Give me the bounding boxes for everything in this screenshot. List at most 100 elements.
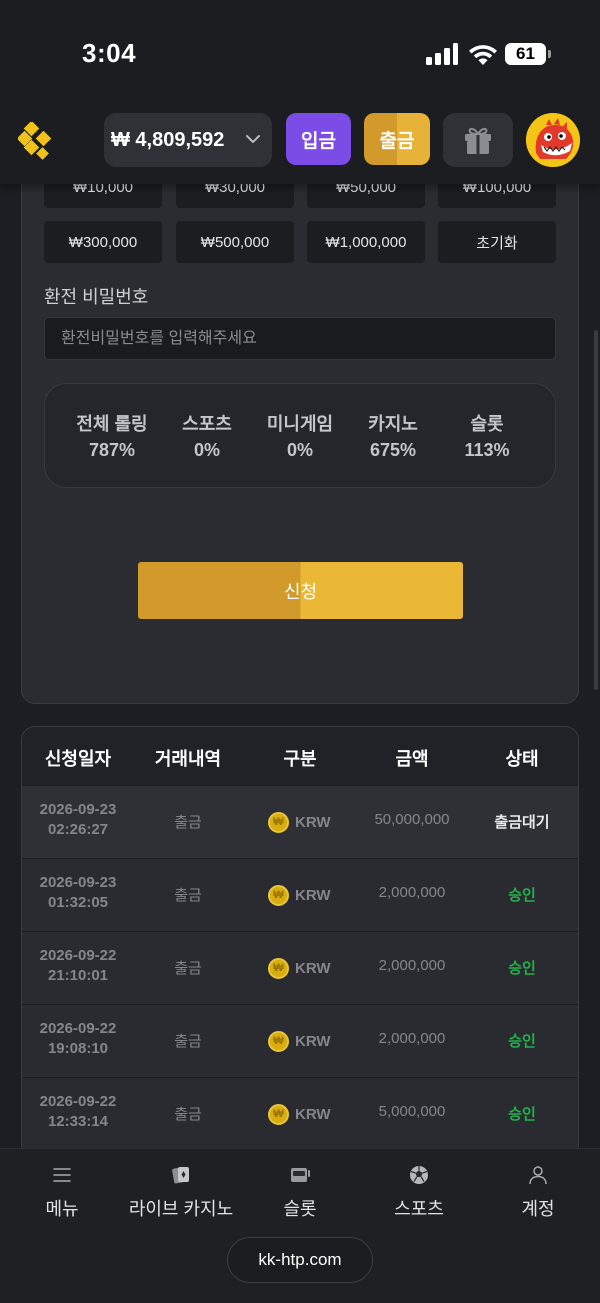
won-coin-icon: ₩ [268, 1030, 289, 1052]
submit-button[interactable]: 신청 [138, 562, 463, 619]
rolling-sports: 스포츠 0% [157, 410, 257, 461]
row-type: 출금 [174, 1106, 202, 1123]
rolling-value: 787% [88, 440, 136, 460]
column-header: 신청일자 [44, 749, 112, 769]
reset-button[interactable]: 초기화 [438, 221, 556, 263]
table-header: 신청일자 거래내역 구분 금액 상태 [22, 727, 578, 785]
amount-button-1000000[interactable]: ₩1,000,000 [307, 221, 425, 263]
exchange-password-input[interactable] [44, 317, 556, 360]
row-amount: 50,000,000 [374, 811, 450, 828]
row-date: 2026-09-22 12:33:14 [39, 1093, 117, 1130]
table-row[interactable]: 2026-09-22 19:08:10 출금 ₩ KRW 2,000,000 승인 [22, 1004, 578, 1077]
rolling-value: 0% [286, 440, 313, 460]
password-label: 환전 비밀번호 [44, 287, 149, 307]
rolling-summary: 전체 롤링 787% 스포츠 0% 미니게임 0% 카지노 675% 슬롯 11… [44, 383, 556, 488]
rolling-slot: 슬롯 113% [437, 410, 537, 461]
column-header: 구분 [283, 749, 317, 769]
row-type: 출금 [174, 960, 202, 977]
row-status: 승인 [508, 887, 536, 904]
app-header: ₩ 4,809,592 입금 출금 [0, 104, 600, 184]
rolling-label: 전체 롤링 [76, 414, 148, 434]
nav-label: 메뉴 [45, 1199, 79, 1219]
row-currency: ₩ KRW [268, 1029, 331, 1053]
column-header: 상태 [505, 749, 539, 769]
row-status: 승인 [508, 1106, 536, 1123]
row-date: 2026-09-23 02:26:27 [39, 801, 117, 838]
won-coin-icon: ₩ [268, 957, 289, 979]
table-row[interactable]: 2026-09-22 12:33:14 출금 ₩ KRW 5,000,000 승인 [22, 1077, 578, 1150]
soccer-ball-icon [410, 1166, 428, 1184]
row-type: 출금 [174, 887, 202, 904]
gift-button[interactable] [443, 113, 513, 167]
scrollbar[interactable] [594, 330, 598, 690]
balance-amount: ₩ 4,809,592 [111, 128, 225, 151]
balance-dropdown[interactable]: ₩ 4,809,592 [104, 113, 272, 167]
rolling-value: 113% [464, 440, 510, 460]
row-amount: 2,000,000 [378, 957, 446, 974]
rolling-value: 675% [369, 440, 417, 460]
logo-icon[interactable] [18, 122, 54, 166]
rolling-label: 스포츠 [182, 414, 232, 434]
table-row[interactable]: 2026-09-23 01:32:05 출금 ₩ KRW 2,000,000 승인 [22, 858, 578, 931]
nav-label: 스포츠 [394, 1199, 444, 1219]
row-currency: ₩ KRW [268, 1102, 331, 1126]
row-currency: ₩ KRW [268, 956, 331, 980]
row-date: 2026-09-22 21:10:01 [39, 947, 117, 984]
table-row[interactable]: 2026-09-22 21:10:01 출금 ₩ KRW 2,000,000 승인 [22, 931, 578, 1004]
slot-machine-icon [291, 1168, 310, 1182]
row-status: 승인 [508, 1033, 536, 1050]
gift-icon [465, 127, 491, 154]
nav-item-account[interactable]: 계정 [519, 1163, 557, 1221]
row-amount: 5,000,000 [378, 1103, 446, 1120]
deposit-button[interactable]: 입금 [286, 113, 351, 165]
row-type: 출금 [174, 1033, 202, 1050]
row-currency: ₩ KRW [268, 883, 331, 907]
row-amount: 2,000,000 [378, 884, 446, 901]
row-status: 출금대기 [494, 814, 550, 831]
user-icon [529, 1166, 547, 1185]
won-coin-icon: ₩ [268, 1103, 289, 1125]
wifi-icon [469, 45, 497, 65]
cards-icon [172, 1167, 189, 1184]
history-table: 신청일자 거래내역 구분 금액 상태 2026-09-23 02:26:27 출금… [21, 726, 579, 1166]
row-amount: 2,000,000 [378, 1030, 446, 1047]
dinosaur-avatar-icon [526, 113, 580, 167]
app-screen: 3:04 61 ₩ 4,809,592 입금 출금 ₩10,000 ₩30,00… [0, 0, 600, 1303]
amount-button-500000[interactable]: ₩500,000 [176, 221, 294, 263]
row-date: 2026-09-22 19:08:10 [39, 1020, 117, 1057]
nav-item-slot[interactable]: 슬롯 [279, 1163, 321, 1221]
won-coin-icon: ₩ [268, 884, 289, 906]
nav-label: 슬롯 [283, 1199, 317, 1219]
menu-icon [53, 1168, 71, 1182]
won-coin-icon: ₩ [268, 811, 289, 833]
url-bar[interactable]: kk-htp.com [227, 1237, 373, 1283]
rolling-casino: 카지노 675% [343, 410, 443, 461]
rolling-label: 미니게임 [266, 414, 334, 434]
rolling-total: 전체 롤링 787% [62, 410, 162, 461]
row-status: 승인 [508, 960, 536, 977]
amount-button-300000[interactable]: ₩300,000 [44, 221, 162, 263]
column-header: 거래내역 [154, 749, 222, 769]
avatar[interactable] [526, 113, 580, 167]
rolling-label: 카지노 [368, 414, 418, 434]
signal-icon [426, 43, 458, 65]
row-currency: ₩ KRW [268, 810, 331, 834]
rolling-value: 0% [193, 440, 220, 460]
nav-item-live-casino[interactable]: 라이브 카지노 [126, 1163, 236, 1221]
row-date: 2026-09-23 01:32:05 [39, 874, 117, 911]
rolling-label: 슬롯 [470, 414, 504, 434]
rolling-minigame: 미니게임 0% [250, 410, 350, 461]
chevron-down-icon [246, 135, 260, 143]
battery-icon: 61 [505, 43, 551, 65]
withdraw-button[interactable]: 출금 [364, 113, 430, 165]
battery-level: 61 [505, 43, 546, 65]
status-time: 3:04 [82, 38, 137, 68]
column-header: 금액 [395, 749, 429, 769]
row-type: 출금 [174, 814, 202, 831]
nav-label: 계정 [521, 1199, 555, 1219]
nav-item-sports[interactable]: 스포츠 [391, 1163, 447, 1221]
status-bar: 3:04 61 [0, 0, 600, 104]
nav-label: 라이브 카지노 [128, 1199, 234, 1219]
table-row[interactable]: 2026-09-23 02:26:27 출금 ₩ KRW 50,000,000 출금… [22, 785, 578, 858]
nav-item-menu[interactable]: 메뉴 [44, 1163, 80, 1221]
